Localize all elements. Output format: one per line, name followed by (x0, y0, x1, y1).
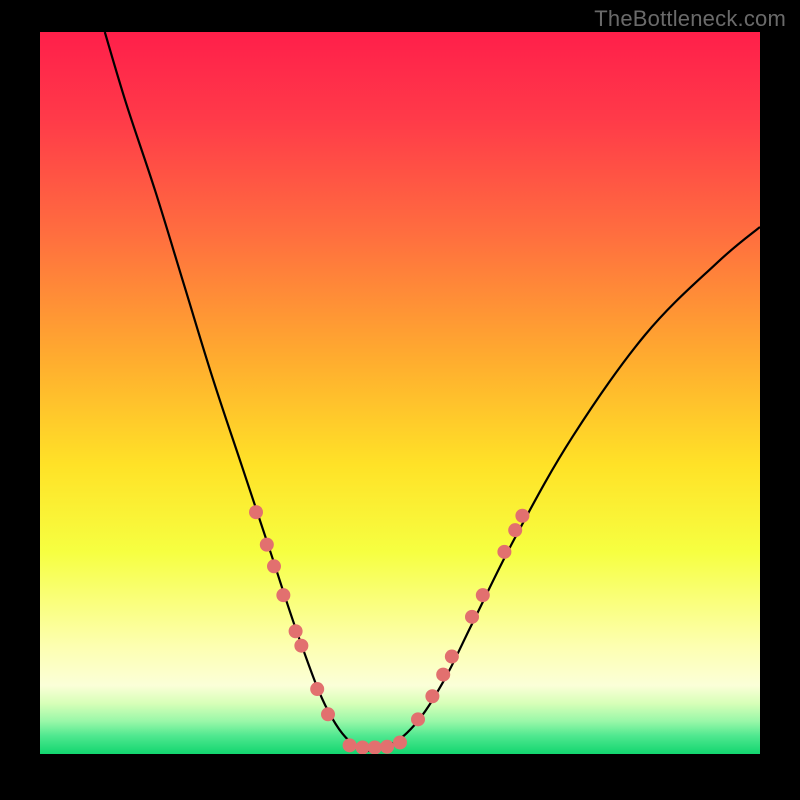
data-dot (393, 735, 407, 749)
data-dot (425, 689, 439, 703)
data-dot (267, 559, 281, 573)
data-dot (465, 610, 479, 624)
data-dot (515, 509, 529, 523)
data-dot (343, 738, 357, 752)
data-dot (497, 545, 511, 559)
data-dot (411, 712, 425, 726)
data-dot (476, 588, 490, 602)
data-dot (276, 588, 290, 602)
data-dot (310, 682, 324, 696)
data-dot (356, 741, 370, 754)
plot-svg (40, 32, 760, 754)
data-dot (249, 505, 263, 519)
chart-container: TheBottleneck.com (0, 0, 800, 800)
data-dot (380, 740, 394, 754)
data-dot (260, 538, 274, 552)
data-dot (436, 668, 450, 682)
data-dot (289, 624, 303, 638)
gradient-rect (40, 32, 760, 754)
data-dot (508, 523, 522, 537)
data-dot (321, 707, 335, 721)
data-dot (445, 650, 459, 664)
plot-area (40, 32, 760, 754)
data-dot (368, 741, 382, 754)
data-dot (294, 639, 308, 653)
watermark-text: TheBottleneck.com (594, 6, 786, 32)
